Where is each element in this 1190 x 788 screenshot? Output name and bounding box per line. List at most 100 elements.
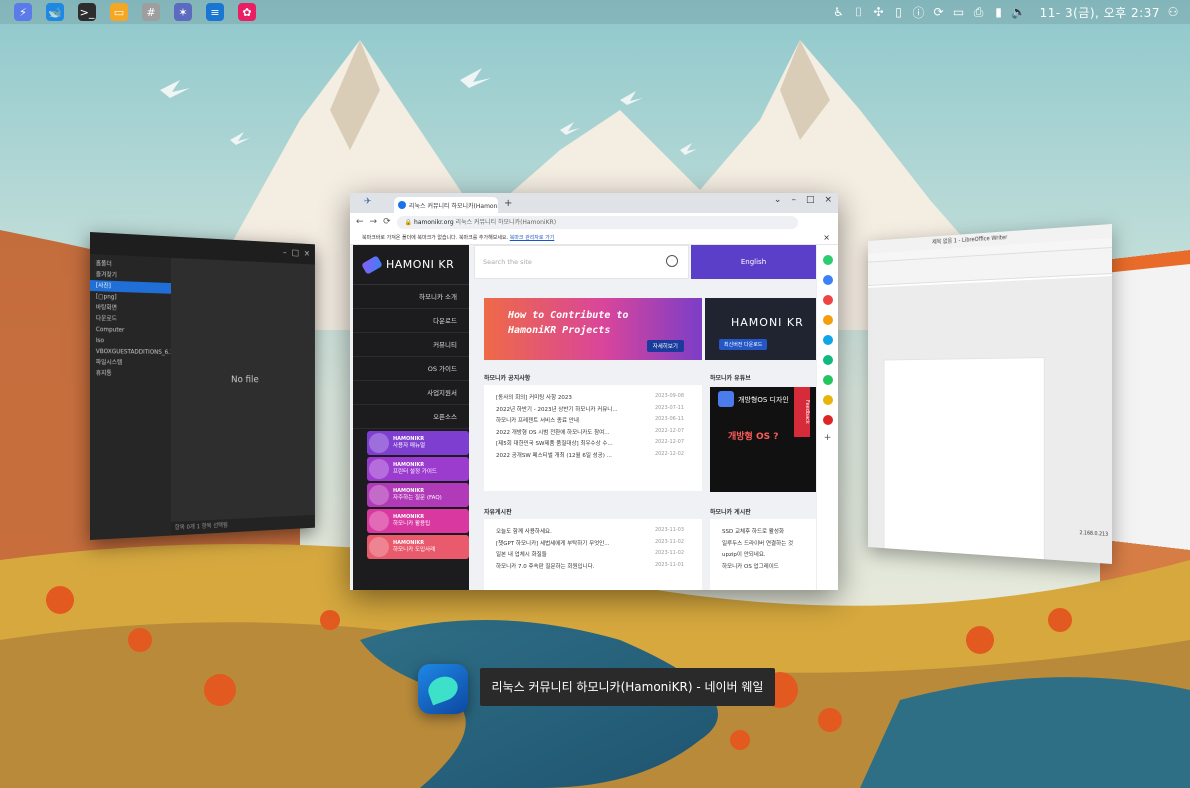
site-card[interactable]: HAMONIKR 하모니카 도입사례 bbox=[367, 535, 469, 559]
printer-icon[interactable]: ⎙ bbox=[972, 5, 986, 19]
notice-section-title[interactable]: 하모니카 공지사항 bbox=[484, 373, 530, 382]
site-nav-item[interactable]: 하모니카 소개 bbox=[353, 285, 469, 309]
free-board-title[interactable]: 자유게시판 bbox=[484, 507, 512, 516]
files-icon[interactable]: ▭ bbox=[110, 3, 128, 21]
contribute-banner[interactable]: How to Contribute to HamoniKR Projects 자… bbox=[484, 298, 702, 360]
close-icon[interactable]: × bbox=[824, 195, 832, 205]
post-row[interactable]: upzip이 안되네요. bbox=[710, 550, 816, 562]
infobar-close-icon[interactable]: × bbox=[823, 231, 830, 245]
tab-search-icon[interactable]: ⌄ bbox=[774, 195, 782, 205]
display-icon[interactable]: ▭ bbox=[952, 5, 966, 19]
messenger-icon[interactable] bbox=[822, 255, 833, 265]
site-nav-item[interactable]: 다운로드 bbox=[353, 309, 469, 333]
calendar-icon[interactable] bbox=[822, 275, 833, 285]
add-sidebar-icon[interactable]: + bbox=[817, 433, 838, 443]
post-title: 2022 공개SW 페스티벌 개최 (12월 6일 성공) ... bbox=[496, 452, 612, 459]
browser-logo-icon[interactable]: ✈ bbox=[364, 197, 372, 207]
maximize-icon[interactable]: □ bbox=[292, 249, 299, 259]
post-row[interactable]: 일루두스 드라이버 연결하는 것 bbox=[710, 539, 816, 551]
post-row[interactable]: 2022년 하반기 - 2023년 상반기 하모니카 커뮤니... 2023-07… bbox=[484, 405, 702, 417]
youtube-section-title[interactable]: 하모니카 유튜브 bbox=[710, 373, 751, 382]
banner-more-button[interactable]: 자세히보기 bbox=[646, 340, 684, 352]
post-title: [동사의 회의] 커미팅 사항 2023 bbox=[496, 395, 572, 401]
youtube-icon[interactable] bbox=[822, 415, 833, 425]
line-icon[interactable] bbox=[822, 375, 833, 385]
post-row[interactable]: 2022 개방형 OS 시범 전환에 하모니카도 참여... 2022-12-07 bbox=[484, 428, 702, 440]
chat-icon[interactable] bbox=[822, 355, 833, 365]
post-row[interactable]: [동사의 회의] 커미팅 사항 2023 2023-09-08 bbox=[484, 393, 702, 405]
maximize-icon[interactable]: □ bbox=[806, 195, 815, 205]
screenshot-icon[interactable]: ⌷ bbox=[852, 5, 866, 19]
volume-icon[interactable]: 🔈 bbox=[1011, 5, 1026, 19]
pocket-icon[interactable] bbox=[822, 295, 833, 305]
post-row[interactable]: 하모니카 7.0 후속판 질문하는 회원입니다. 2023-11-01 bbox=[484, 562, 702, 574]
network-icon[interactable]: ✣ bbox=[872, 5, 886, 19]
sidebar-item[interactable]: 휴지통 bbox=[90, 368, 171, 379]
site-search-input[interactable]: Search the site bbox=[474, 245, 689, 279]
site-card[interactable]: HAMONIKR 자주하는 질문 (FAQ) bbox=[367, 483, 469, 507]
clock[interactable]: 11- 3(금), 오후 2:37 bbox=[1040, 4, 1160, 21]
bookmark-manager-link[interactable]: 북마크 관리자로 가기 bbox=[510, 235, 555, 241]
qna-board-title[interactable]: 하모니카 게시판 bbox=[710, 507, 751, 516]
post-row[interactable]: [챗GPT 하모니카] 세법세에게 부탁하기 무엇인... 2023-11-02 bbox=[484, 539, 702, 551]
memo-icon[interactable] bbox=[822, 395, 833, 405]
card-title: HAMONIKR bbox=[393, 436, 425, 442]
post-row[interactable]: 하모니카 프레젠트 서비스 종료 안내 2023-06-11 bbox=[484, 416, 702, 428]
site-card[interactable]: HAMONIKR 프린터 설정 가이드 bbox=[367, 457, 469, 481]
reload-icon[interactable]: ⟳ bbox=[383, 217, 391, 227]
site-nav-item[interactable]: 오픈소스 bbox=[353, 405, 469, 429]
search-icon[interactable] bbox=[666, 255, 678, 267]
battery-icon[interactable]: ▮ bbox=[992, 5, 1006, 19]
post-row[interactable]: [제5회 대한민국 SW제품 품질대상] 최우수상 수... 2022-12-07 bbox=[484, 439, 702, 451]
feedback-tab[interactable]: Feedback bbox=[794, 387, 810, 437]
post-row[interactable]: 일본 내 업체시 화질들 2023-11-02 bbox=[484, 550, 702, 562]
post-row[interactable]: SSD 교체후 하드로 활성화 bbox=[710, 527, 816, 539]
browser-tab[interactable]: 리눅스 커뮤니티 하모니카(HamoniKR) × bbox=[394, 197, 498, 213]
writer-window[interactable]: 제목 없음 1 - LibreOffice Writer 2.168.0.213 bbox=[868, 224, 1112, 564]
post-row[interactable]: 2022 공개SW 페스티벌 개최 (12월 6일 성공) ... 2022-12… bbox=[484, 451, 702, 463]
photos-icon[interactable]: ✿ bbox=[238, 3, 256, 21]
site-card[interactable]: HAMONIKR 하모니카 활용팁 bbox=[367, 509, 469, 533]
clipboard-icon[interactable]: ▯ bbox=[892, 5, 906, 19]
notes-icon[interactable] bbox=[822, 315, 833, 325]
forward-icon[interactable]: → bbox=[370, 217, 378, 227]
new-tab-icon[interactable]: + bbox=[504, 198, 512, 209]
file-manager-window[interactable]: – □ × 홈폴더 즐겨찾기 [사진] [▢png] 바탕화면 다운로드 Computer I… bbox=[90, 232, 315, 540]
address-bar[interactable]: 🔒 hamonikr.org 리눅스 커뮤니티 하모니카(HamoniKR) bbox=[396, 215, 798, 229]
post-row[interactable]: 오늘도 함께 사용하세요. 2023-11-03 bbox=[484, 527, 702, 539]
sidebar-item[interactable]: VBOXGUESTADDITIONS_6.1.38 bbox=[90, 346, 171, 358]
download-button[interactable]: 최신버전 다운로드 bbox=[719, 339, 768, 350]
update-icon[interactable]: ⟳ bbox=[932, 5, 946, 19]
top-panel: ⚡ 🐋 >_ ▭ # ✶ ≡ ✿ ♿ ⌷ ✣ ▯ ⓘ ⟳ ▭ ⎙ ▮ 🔈 11- 3(금), … bbox=[0, 0, 1190, 24]
sidebar-item[interactable]: 파일시스템 bbox=[90, 357, 171, 369]
info-icon[interactable]: ⓘ bbox=[912, 5, 926, 20]
english-button[interactable]: English bbox=[691, 245, 816, 279]
site-nav-item[interactable]: OS 가이드 bbox=[353, 357, 469, 381]
ip-label: 2.168.0.213 bbox=[1079, 530, 1109, 538]
office-icon[interactable]: ≡ bbox=[206, 3, 224, 21]
whale-dock-icon[interactable] bbox=[418, 664, 468, 714]
hamonikr-menu-icon[interactable]: ⚡ bbox=[14, 3, 32, 21]
site-nav-item[interactable]: 사업지원서 bbox=[353, 381, 469, 405]
download-banner[interactable]: HAMONI KR 최신버전 다운로드 bbox=[705, 298, 816, 360]
back-icon[interactable]: ← bbox=[356, 217, 364, 227]
background-window[interactable] bbox=[1105, 250, 1190, 550]
post-row[interactable]: 하모니카 OS 업그레이드 bbox=[710, 562, 816, 574]
site-sidebar: HAMONI KR 하모니카 소개 다운로드 커뮤니티 OS 가이드 사업지원서 오픈소스… bbox=[353, 245, 469, 590]
minimize-icon[interactable]: – bbox=[283, 248, 287, 257]
calculator-icon[interactable]: # bbox=[142, 3, 160, 21]
browser-window[interactable]: ✈ 리눅스 커뮤니티 하모니카(HamoniKR) × + ⌄ – □ × ← … bbox=[350, 193, 838, 590]
minimize-icon[interactable]: – bbox=[791, 195, 796, 205]
card-icon bbox=[369, 485, 389, 505]
close-icon[interactable]: × bbox=[304, 249, 310, 259]
site-nav-item[interactable]: 커뮤니티 bbox=[353, 333, 469, 357]
network-tool-icon[interactable]: ✶ bbox=[174, 3, 192, 21]
site-logo[interactable]: HAMONI KR bbox=[353, 245, 469, 285]
translate-icon[interactable] bbox=[822, 335, 833, 345]
site-card[interactable]: HAMONIKR 사용자 매뉴얼 bbox=[367, 431, 469, 455]
writer-document-page[interactable] bbox=[883, 357, 1045, 564]
naver-whale-icon[interactable]: 🐋 bbox=[46, 3, 64, 21]
user-icon[interactable]: ⚇ bbox=[1166, 5, 1180, 19]
accessibility-icon[interactable]: ♿ bbox=[832, 5, 846, 19]
terminal-icon[interactable]: >_ bbox=[78, 3, 96, 21]
